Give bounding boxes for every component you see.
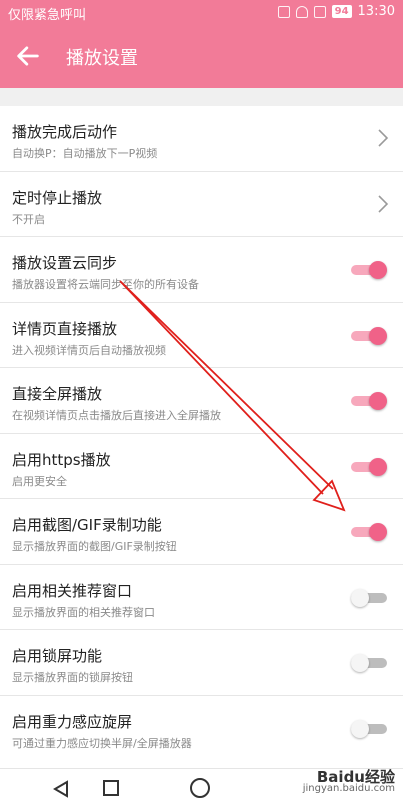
setting-subtitle: 可通过重力感应切换半屏/全屏播放器 [12,736,192,750]
cloud-sync-toggle[interactable] [351,261,387,279]
setting-title: 启用截图/GIF录制功能 [12,516,162,534]
setting-title: 播放完成后动作 [12,123,118,141]
setting-subtitle: 在视频详情页点击播放后直接进入全屏播放 [12,409,221,422]
chevron-right-icon [378,194,389,213]
battery-icon: 94 [331,5,352,18]
hd-icon [277,5,290,18]
setting-title: 启用锁屏功能 [12,647,103,665]
setting-autoplay-action[interactable]: 播放完成后动作 自动换P：自动播放下一P视频 [0,106,403,172]
setting-subtitle: 显示播放界面的截图/GIF录制按钮 [12,540,177,553]
app-bar: 播放设置 [0,24,403,88]
setting-title: 详情页直接播放 [12,319,118,338]
square-recent-icon[interactable] [103,780,119,796]
setting-title: 启用https播放 [12,450,111,469]
clock: 13:30 [357,4,395,19]
setting-subtitle: 启用更安全 [12,474,67,488]
carrier-text: 仅限紧急呼叫 [8,8,87,23]
watermark-brand: Baidu经验 [316,768,395,786]
status-bar: 仅限紧急呼叫 94 13:30 [0,0,403,24]
system-nav-bar: Baidu经验 jingyan.baidu.com [0,768,403,807]
setting-related-window: 启用相关推荐窗口 显示播放界面的相关推荐窗口 [0,565,403,630]
section-divider [0,88,403,106]
screenshot-gif-toggle[interactable] [351,523,387,541]
related-window-toggle[interactable] [351,588,387,607]
setting-subtitle: 显示播放界面的相关推荐窗口 [12,605,155,619]
setting-title: 直接全屏播放 [12,385,103,403]
setting-subtitle: 不开启 [12,212,45,226]
setting-title: 启用重力感应旋屏 [12,712,133,731]
setting-title: 播放设置云同步 [12,254,118,272]
setting-title: 启用相关推荐窗口 [12,581,133,600]
triangle-back-icon[interactable] [52,780,70,798]
setting-https-playback: 启用https播放 启用更安全 [0,434,403,499]
circle-home-icon[interactable] [190,778,210,798]
setting-subtitle: 进入视频详情页后自动播放视频 [12,343,166,357]
gravity-rotate-toggle[interactable] [351,719,387,738]
wifi-icon [295,5,308,18]
arrow-left-icon[interactable] [14,42,42,70]
watermark-url: jingyan.baidu.com [302,783,395,794]
setting-gravity-rotate: 启用重力感应旋屏 可通过重力感应切换半屏/全屏播放器 [0,696,403,762]
setting-subtitle: 显示播放界面的锁屏按钮 [12,671,133,684]
setting-detail-autoplay: 详情页直接播放 进入视频详情页后自动播放视频 [0,303,403,368]
detail-autoplay-toggle[interactable] [351,326,387,345]
setting-subtitle: 播放器设置将云端同步至你的所有设备 [12,278,199,291]
direct-fullscreen-toggle[interactable] [351,392,387,410]
chevron-right-icon [378,129,389,147]
https-playback-toggle[interactable] [351,457,387,476]
page-title: 播放设置 [66,48,138,69]
setting-title: 定时停止播放 [12,188,103,207]
setting-sleep-timer[interactable]: 定时停止播放 不开启 [0,172,403,237]
watermark: Baidu经验 jingyan.baidu.com [302,768,395,795]
settings-list: 播放完成后动作 自动换P：自动播放下一P视频 定时停止播放 不开启 播放设置云同… [0,106,403,761]
setting-screenshot-gif: 启用截图/GIF录制功能 显示播放界面的截图/GIF录制按钮 [0,499,403,565]
setting-lock-screen: 启用锁屏功能 显示播放界面的锁屏按钮 [0,630,403,696]
signal-icon [313,5,326,18]
setting-cloud-sync: 播放设置云同步 播放器设置将云端同步至你的所有设备 [0,237,403,303]
status-icons: 94 13:30 [277,4,395,19]
lock-screen-toggle[interactable] [351,654,387,672]
setting-subtitle: 自动换P：自动播放下一P视频 [12,147,158,160]
setting-direct-fullscreen: 直接全屏播放 在视频详情页点击播放后直接进入全屏播放 [0,368,403,434]
